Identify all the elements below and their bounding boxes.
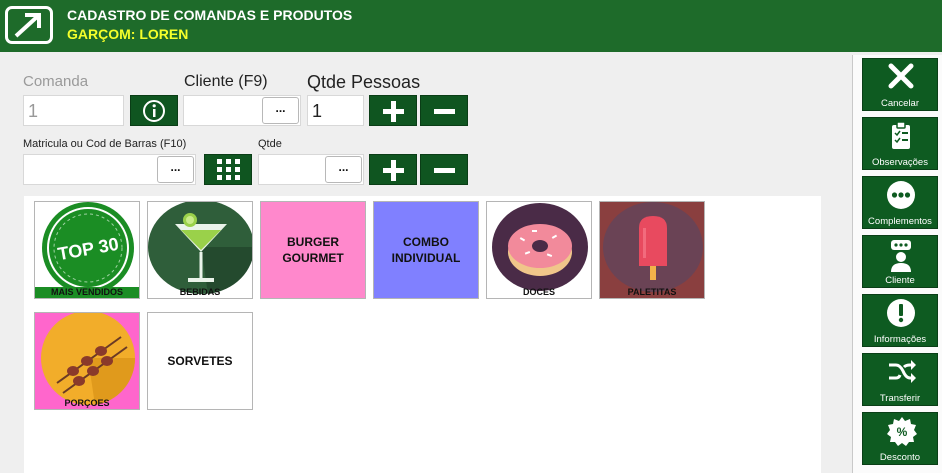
plus-icon	[383, 160, 404, 181]
donut-icon	[492, 203, 588, 291]
info-button[interactable]	[130, 95, 178, 126]
svg-text:%: %	[897, 425, 908, 439]
complements-button[interactable]: Complementos	[862, 176, 938, 229]
category-tile-combo-individual[interactable]: COMBO INDIVIDUAL	[373, 201, 479, 299]
sidebar-button-label: Observações	[872, 157, 928, 168]
decrease-people-button[interactable]	[420, 95, 468, 126]
category-tile-mais-vendidos[interactable]: TOP 30 MAIS VENDIDOS	[34, 201, 140, 299]
client-button[interactable]: Cliente	[862, 235, 938, 288]
close-icon	[888, 63, 914, 89]
information-button[interactable]: Informações	[862, 294, 938, 347]
page-title: CADASTRO DE COMANDAS E PRODUTOS	[67, 7, 353, 23]
arrow-logo-icon	[5, 6, 53, 44]
category-label: MAIS VENDIDOS	[35, 287, 139, 298]
category-label: PALETITAS	[627, 287, 677, 297]
increase-qtde-button[interactable]	[369, 154, 417, 185]
waiter-name: GARÇOM: LOREN	[67, 26, 189, 42]
sidebar-button-label: Cancelar	[880, 98, 920, 109]
discount-badge-icon: %	[887, 417, 917, 446]
sidebar-button-label: Transferir	[879, 393, 921, 404]
top30-stamp-icon: TOP 30	[42, 202, 134, 294]
cliente-lookup-button[interactable]: ...	[262, 97, 299, 124]
category-label: BEBIDAS	[179, 287, 221, 297]
keypad-button[interactable]	[204, 154, 252, 185]
category-label: PORÇOES	[64, 398, 110, 408]
cliente-label: Cliente (F9)	[184, 73, 268, 90]
discount-button[interactable]: % Desconto	[862, 412, 938, 465]
category-tile-porcoes[interactable]: PORÇOES	[34, 312, 140, 410]
category-tile-sorvetes[interactable]: SORVETES	[147, 312, 253, 410]
decrease-qtde-button[interactable]	[420, 154, 468, 185]
sidebar-button-label: Informações	[873, 334, 927, 345]
sidebar-button-label: Complementos	[868, 216, 932, 227]
comanda-field[interactable]: 1	[23, 95, 124, 126]
category-tile-burger-gourmet[interactable]: BURGER GOURMET	[260, 201, 366, 299]
minus-icon	[434, 109, 455, 114]
clipboard-checklist-icon	[892, 121, 910, 149]
cocktail-glass-icon	[148, 202, 252, 294]
qtde-pessoas-field[interactable]: 1	[307, 95, 364, 126]
category-label: BURGER GOURMET	[282, 235, 344, 265]
transfer-button[interactable]: Transferir	[862, 353, 938, 406]
sidebar-button-label: Desconto	[879, 452, 921, 463]
observations-button[interactable]: Observações	[862, 117, 938, 170]
category-label: COMBO INDIVIDUAL	[391, 235, 461, 265]
keypad-grid-icon	[217, 159, 240, 180]
minus-icon	[434, 168, 455, 173]
qtde-pessoas-label: Qtde Pessoas	[307, 72, 421, 92]
exclamation-icon	[887, 299, 915, 327]
shuffle-icon	[889, 360, 916, 383]
action-sidebar: Cancelar Observações Complementos Client…	[852, 55, 942, 473]
skewer-icon	[41, 313, 136, 405]
category-label: SORVETES	[167, 354, 233, 368]
matricula-label: Matricula ou Cod de Barras (F10)	[23, 138, 187, 150]
increase-people-button[interactable]	[369, 95, 417, 126]
qtde-lookup-button[interactable]: ...	[325, 156, 362, 183]
user-icon	[891, 240, 911, 272]
sidebar-button-label: Cliente	[885, 275, 915, 286]
more-dots-icon	[887, 181, 915, 209]
plus-icon	[383, 101, 404, 122]
category-label: DOCES	[522, 287, 555, 297]
category-tile-paletitas[interactable]: PALETITAS	[599, 201, 705, 299]
category-tile-doces[interactable]: DOCES	[486, 201, 592, 299]
category-panel: TOP 30 MAIS VENDIDOS BEBIDAS BURGER GOUR…	[24, 196, 821, 473]
popsicle-icon	[603, 202, 703, 292]
category-tile-bebidas[interactable]: BEBIDAS	[147, 201, 253, 299]
title-bar: CADASTRO DE COMANDAS E PRODUTOS GARÇOM: …	[0, 0, 942, 52]
info-icon	[143, 100, 165, 122]
qtde-label: Qtde	[258, 138, 282, 150]
matricula-lookup-button[interactable]: ...	[157, 156, 194, 183]
comanda-label: Comanda	[23, 73, 89, 90]
cancel-button[interactable]: Cancelar	[862, 58, 938, 111]
